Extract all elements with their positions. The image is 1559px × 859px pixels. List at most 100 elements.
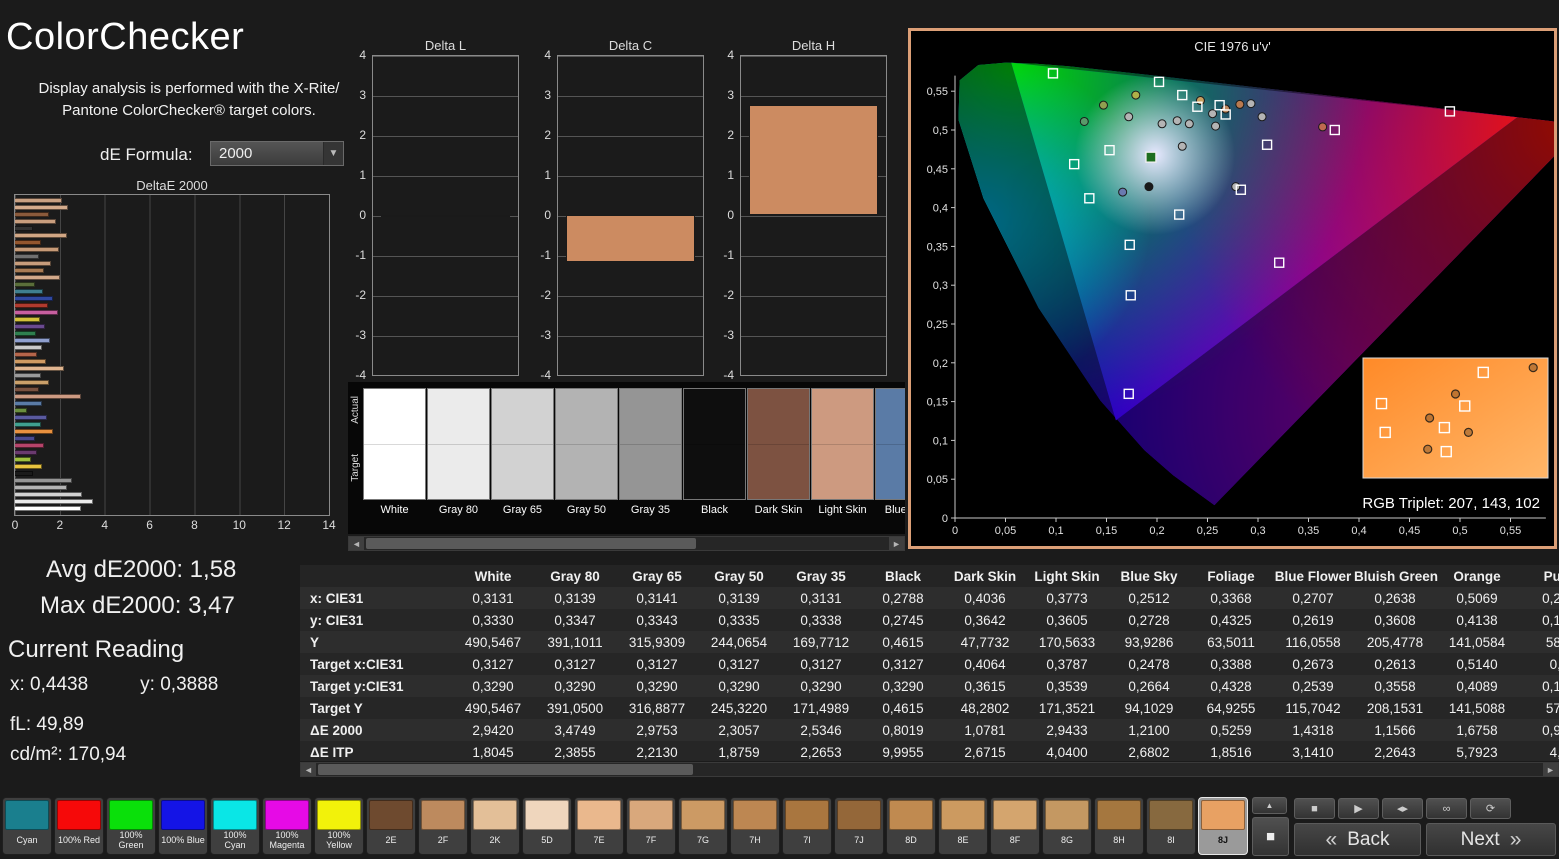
measurement-table: White Gray 80 Gray 65 Gray 50 Gray 35 Black Da… — [300, 565, 1559, 761]
measurement-point — [1195, 96, 1205, 106]
y-tick-label: 2 — [544, 128, 551, 142]
patch-button-8i[interactable]: 8I — [1146, 797, 1196, 855]
table-cell: 0,4325 — [1210, 612, 1252, 628]
deltae-bar — [15, 443, 45, 448]
patch-button-7h[interactable]: 7H — [730, 797, 780, 855]
chevron-right-icon: » — [1509, 827, 1522, 851]
patch-button-100-blue[interactable]: 100% Blue — [158, 797, 208, 855]
scroll-left-icon[interactable]: ◄ — [301, 763, 316, 776]
table-cell: 0,3139 — [718, 590, 760, 606]
swatch-window-button[interactable]: ■ — [1252, 817, 1289, 856]
patch-button-2e[interactable]: 2E — [366, 797, 416, 855]
deltae-bar — [15, 198, 63, 203]
deltae-bar — [15, 282, 36, 287]
patch-button-100-red[interactable]: 100% Red — [54, 797, 104, 855]
deltae-bar — [15, 219, 57, 224]
table-cell: 0,3131 — [472, 590, 514, 606]
patch-button-8d[interactable]: 8D — [886, 797, 936, 855]
table-cell: 0,3343 — [636, 612, 678, 628]
step-button[interactable]: ◂▸ — [1382, 798, 1423, 819]
patch-color-swatch — [837, 800, 881, 830]
patch-button-8f[interactable]: 8F — [990, 797, 1040, 855]
swatch-scroll-thumb[interactable] — [366, 538, 696, 549]
patch-button-5d[interactable]: 5D — [522, 797, 572, 855]
patch-button-label: 2K — [489, 835, 501, 846]
patch-button-7i[interactable]: 7I — [782, 797, 832, 855]
patch-color-swatch — [1097, 800, 1141, 830]
column-header: Blue Flower — [1274, 568, 1352, 584]
table-cell: 0,3290 — [718, 678, 760, 694]
patch-button-100-green[interactable]: 100% Green — [106, 797, 156, 855]
refresh-button[interactable]: ⟳ — [1470, 798, 1511, 819]
measurement-point — [1098, 100, 1108, 110]
deltae-bar — [15, 429, 53, 434]
table-cell: 0,2619 — [1292, 612, 1334, 628]
play-button[interactable]: ▶ — [1338, 798, 1379, 819]
patch-button-label: 8J — [1217, 835, 1228, 846]
chevron-down-icon[interactable]: ▼ — [323, 142, 343, 165]
patch-button-8j[interactable]: 8J — [1198, 797, 1248, 855]
column-header: Orange — [1453, 568, 1501, 584]
patch-button-2k[interactable]: 2K — [470, 797, 520, 855]
table-cell: 0,5259 — [1210, 722, 1252, 738]
patch-button-100-cyan[interactable]: 100% Cyan — [210, 797, 260, 855]
patch-button-100-yellow[interactable]: 100% Yellow — [314, 797, 364, 855]
table-cell: 0,4615 — [882, 634, 924, 650]
patch-button-label: 2E — [385, 835, 397, 846]
back-button[interactable]: « Back — [1294, 823, 1421, 856]
patch-button-8g[interactable]: 8G — [1042, 797, 1092, 855]
swatch-label: Dark Skin — [754, 504, 803, 516]
delta-chart-delta-l: Delta L 4 3 2 1 0 -1 -2 -3 -4 — [342, 38, 522, 383]
table-cell: 0,2 — [1549, 656, 1559, 672]
xy-readout: x: 0,4438 y: 0,3888 — [10, 674, 270, 696]
de-formula-dropdown[interactable]: 2000 ▼ — [210, 141, 344, 166]
patch-button-cyan[interactable]: Cyan — [2, 797, 52, 855]
patch-button-7e[interactable]: 7E — [574, 797, 624, 855]
deltae-bar — [15, 366, 65, 371]
patch-button-label: 5D — [541, 835, 553, 846]
deltae-bar — [15, 373, 41, 378]
table-cell: 0,3127 — [472, 656, 514, 672]
y-tick-label: -2 — [723, 288, 734, 302]
y-tick-label: -1 — [540, 248, 551, 262]
patch-button-2f[interactable]: 2F — [418, 797, 468, 855]
deltae-x-axis: 0 2 4 6 8 10 12 14 — [12, 518, 344, 534]
scroll-left-icon[interactable]: ◄ — [349, 537, 364, 550]
table-row-label: Y — [310, 634, 320, 650]
table-cell: 2,2130 — [636, 744, 678, 760]
loop-button[interactable]: ∞ — [1426, 798, 1467, 819]
deltae-bar — [15, 422, 42, 427]
table-cell: 0,198 — [1542, 612, 1559, 628]
scroll-right-icon[interactable]: ► — [1543, 763, 1558, 776]
svg-text:0,5: 0,5 — [933, 125, 948, 137]
patch-button-8h[interactable]: 8H — [1094, 797, 1144, 855]
deltae-bar — [15, 401, 43, 406]
scroll-up-button[interactable]: ▲ — [1252, 797, 1287, 814]
swatch-label: Gray 80 — [438, 504, 479, 516]
deltae-bar-chart — [14, 194, 330, 516]
patch-color-swatch — [213, 800, 257, 830]
chart-plot — [372, 55, 519, 376]
deltae-bar — [15, 254, 39, 259]
patch-button-7j[interactable]: 7J — [834, 797, 884, 855]
scroll-right-icon[interactable]: ► — [889, 537, 904, 550]
stop-button[interactable]: ■ — [1294, 798, 1335, 819]
patch-button-label: 7E — [593, 835, 605, 846]
next-button[interactable]: Next » — [1426, 823, 1556, 856]
x-tick-label: 4 — [101, 518, 109, 532]
column-header: Dark Skin — [953, 568, 1017, 584]
deltae-bar — [15, 506, 81, 511]
patch-button-100-magenta[interactable]: 100% Magenta — [262, 797, 312, 855]
table-scroll-thumb[interactable] — [318, 764, 693, 775]
inset-measurement-point — [1528, 363, 1538, 373]
patch-color-swatch — [785, 800, 829, 830]
current-reading-heading: Current Reading — [8, 636, 185, 663]
deltae-bar — [15, 345, 42, 350]
patch-button-label: 2F — [437, 835, 449, 846]
table-cell: 0,3787 — [1046, 656, 1088, 672]
swatch-strip: Actual Target White Gray 80 Gray 65 Gray 50… — [348, 382, 905, 534]
patch-button-label: 8F — [1009, 835, 1021, 846]
patch-button-7f[interactable]: 7F — [626, 797, 676, 855]
patch-button-7g[interactable]: 7G — [678, 797, 728, 855]
patch-button-8e[interactable]: 8E — [938, 797, 988, 855]
